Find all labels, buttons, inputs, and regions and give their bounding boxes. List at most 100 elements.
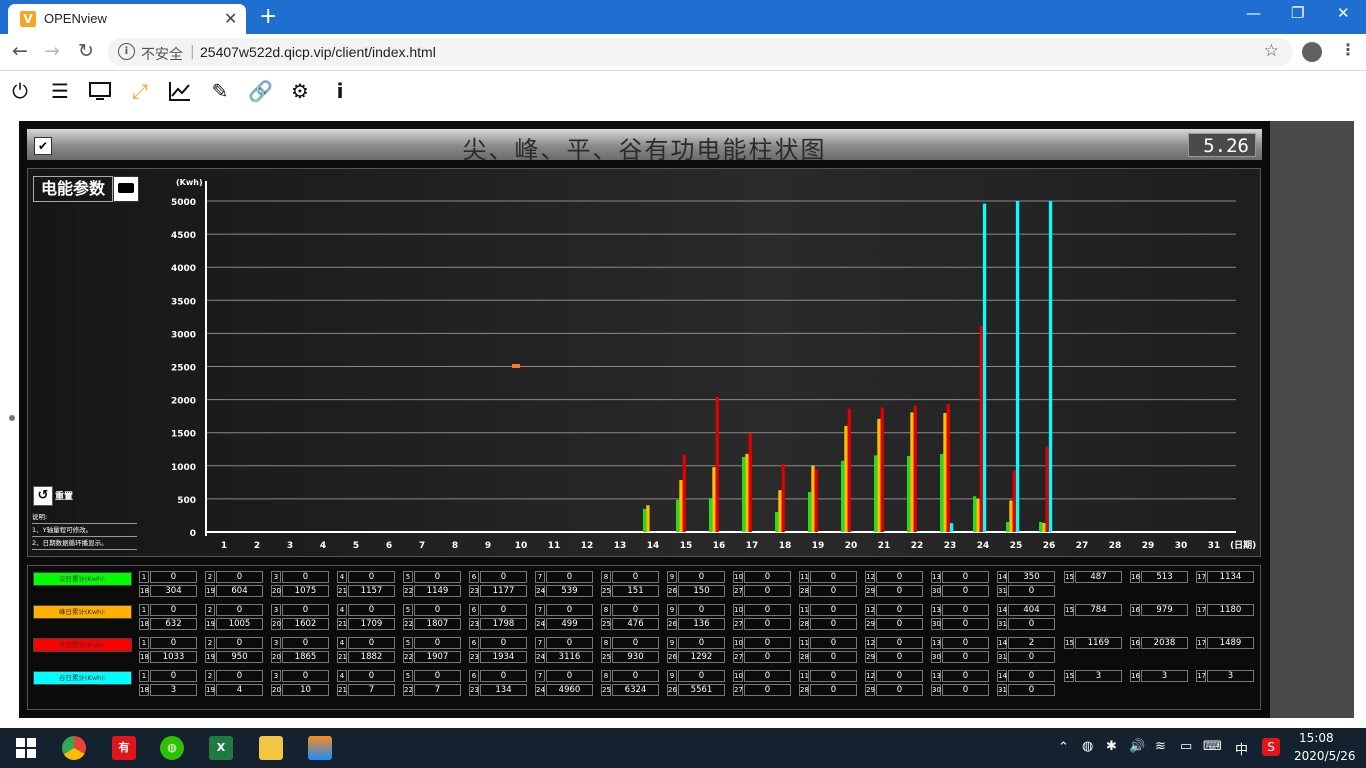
- x-tick-label: 8: [452, 541, 458, 551]
- day-index: 7: [535, 637, 545, 649]
- data-cell: 12 0: [865, 571, 923, 583]
- window-close-icon[interactable]: ✕: [1337, 4, 1350, 22]
- data-cell: 30: [271, 670, 329, 682]
- day-value: 1033: [150, 651, 197, 663]
- youdao-icon[interactable]: 有: [112, 736, 136, 760]
- info-icon[interactable]: i: [328, 79, 352, 103]
- wechat-icon[interactable]: ◍: [160, 736, 184, 760]
- link-icon[interactable]: 🔗: [248, 79, 273, 103]
- data-cell: 22 1149: [403, 585, 461, 597]
- bar: [874, 455, 878, 532]
- day-index: 26: [667, 684, 677, 696]
- minimize-icon[interactable]: —: [1246, 4, 1261, 22]
- day-value: 0: [348, 571, 395, 583]
- profile-avatar-icon[interactable]: [1302, 42, 1322, 62]
- monitor-icon[interactable]: [88, 79, 112, 103]
- tray-app-icon[interactable]: ✱: [1106, 739, 1117, 754]
- restore-icon[interactable]: ❐: [1291, 4, 1304, 22]
- volume-icon[interactable]: 🔊: [1129, 739, 1145, 754]
- reset-icon[interactable]: ↺: [33, 486, 53, 506]
- day-index: 9: [667, 637, 677, 649]
- data-cell: 13 0: [931, 604, 989, 616]
- x-tick-label: 10: [515, 541, 528, 551]
- day-index: 29: [865, 651, 875, 663]
- bookmark-star-icon[interactable]: ☆: [1264, 41, 1279, 61]
- day-index: 22: [403, 651, 413, 663]
- battery-icon[interactable]: ▭: [1180, 739, 1192, 754]
- site-info-icon[interactable]: i: [118, 43, 135, 60]
- day-value: 1149: [414, 585, 461, 597]
- day-index: 30: [931, 651, 941, 663]
- day-value: 0: [810, 571, 857, 583]
- day-index: 29: [865, 618, 875, 630]
- row-label: 平日累计(Kwh):: [33, 638, 132, 652]
- day-value: 3: [150, 684, 197, 696]
- chrome-icon[interactable]: [62, 736, 86, 760]
- message-icon[interactable]: [113, 176, 139, 202]
- day-value: 604: [216, 585, 263, 597]
- annotation-marker: [512, 364, 520, 368]
- wechat-tray-icon[interactable]: ◍: [1082, 739, 1093, 754]
- edit-icon[interactable]: ✎: [208, 79, 232, 103]
- day-index: 4: [337, 604, 347, 616]
- data-cell: 19 604: [205, 585, 263, 597]
- day-index: 28: [799, 585, 809, 597]
- day-value: 0: [612, 604, 659, 616]
- reload-icon[interactable]: ↻: [78, 40, 94, 62]
- power-icon[interactable]: ⏻: [8, 79, 32, 103]
- day-index: 30: [931, 684, 941, 696]
- taskbar: 有 ◍ X ⌃ ◍ ✱ 🔊 ≋ ▭ ⌨ 中 S 15:08 2020/5/26: [0, 728, 1366, 768]
- day-index: 25: [601, 684, 611, 696]
- data-cell: 27 0: [733, 585, 791, 597]
- sogou-icon[interactable]: S: [1262, 738, 1280, 756]
- day-index: 30: [931, 585, 941, 597]
- browser-tab[interactable]: V OPENview ✕: [8, 4, 246, 34]
- expand-icon[interactable]: ⤢: [128, 79, 152, 103]
- clock-date[interactable]: 2020/5/26: [1294, 749, 1356, 763]
- file-explorer-icon[interactable]: [259, 736, 283, 760]
- bar: [712, 467, 716, 532]
- day-value: 0: [744, 684, 791, 696]
- day-index: 6: [469, 670, 479, 682]
- tab-close-icon[interactable]: ✕: [224, 9, 237, 28]
- x-tick-label: 9: [485, 541, 491, 551]
- day-index: 16: [1130, 571, 1140, 583]
- scroll-indicator[interactable]: [9, 415, 15, 421]
- day-index: 31: [997, 585, 1007, 597]
- day-index: 9: [667, 571, 677, 583]
- settings-icon[interactable]: ⚙: [288, 79, 312, 103]
- day-value: 930: [612, 651, 659, 663]
- back-icon[interactable]: ←: [12, 40, 28, 62]
- day-index: 1: [139, 571, 149, 583]
- day-index: 16: [1130, 670, 1140, 682]
- excel-icon[interactable]: X: [209, 736, 233, 760]
- x-tick-label: 5: [353, 541, 359, 551]
- day-index: 27: [733, 618, 743, 630]
- clock-time[interactable]: 15:08: [1299, 731, 1334, 745]
- x-tick-label: 7: [419, 541, 425, 551]
- data-cell: 70: [535, 604, 593, 616]
- ime-indicator[interactable]: 中: [1235, 739, 1248, 758]
- reset-label[interactable]: 重置: [55, 489, 73, 502]
- y-tick-label: 4000: [171, 264, 196, 274]
- browser-menu-icon[interactable]: ⋮: [1340, 40, 1356, 59]
- menu-icon[interactable]: ☰: [48, 79, 72, 103]
- bar: [811, 465, 815, 532]
- keyboard-icon[interactable]: ⌨: [1203, 739, 1222, 754]
- tray-expand-icon[interactable]: ⌃: [1058, 740, 1069, 755]
- bar: [943, 412, 947, 532]
- app-icon[interactable]: [308, 736, 332, 760]
- trend-chart-icon[interactable]: [168, 79, 192, 103]
- wifi-icon[interactable]: ≋: [1155, 739, 1166, 754]
- day-value: 0: [216, 604, 263, 616]
- forward-icon[interactable]: →: [44, 40, 60, 62]
- day-value: 0: [810, 670, 857, 682]
- param-label[interactable]: 电能参数: [33, 176, 113, 202]
- note-line: 说明:: [32, 512, 137, 524]
- windows-start-icon[interactable]: [14, 736, 38, 760]
- new-tab-icon[interactable]: +: [259, 4, 277, 29]
- data-cell: 24 3116: [535, 651, 593, 663]
- day-value: 3: [1141, 670, 1188, 682]
- x-tick-label: 31: [1208, 541, 1221, 551]
- url-input[interactable]: i 不安全 | 25407w522d.qicp.vip/client/index…: [108, 38, 1293, 66]
